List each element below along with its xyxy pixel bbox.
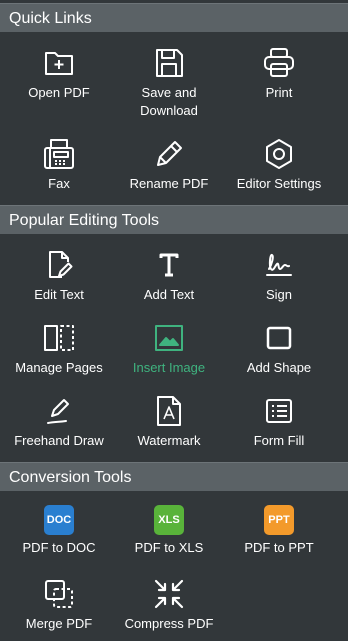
folder-plus-icon	[42, 46, 76, 80]
pen-draw-icon	[42, 394, 76, 428]
printer-icon	[262, 46, 296, 80]
fax-icon	[42, 137, 76, 171]
tools-panel: Quick Links Open PDF Save and Download P…	[0, 0, 348, 641]
freehand-draw-button[interactable]: Freehand Draw	[1, 394, 117, 450]
pencil-icon	[152, 137, 186, 171]
manage-pages-button[interactable]: Manage Pages	[1, 321, 117, 377]
section-header-popular-editing-tools: Popular Editing Tools	[0, 205, 348, 234]
insert-image-label: Insert Image	[132, 360, 206, 375]
merge-icon	[42, 577, 76, 611]
floppy-disk-icon	[152, 46, 186, 80]
editor-settings-label: Editor Settings	[236, 176, 322, 191]
xls-badge-icon: XLS	[154, 505, 184, 535]
add-text-label: Add Text	[143, 287, 195, 302]
rename-pdf-button[interactable]: Rename PDF	[111, 137, 227, 193]
watermark-icon	[152, 394, 186, 428]
edit-text-label: Edit Text	[34, 287, 84, 302]
section-header-quick-links: Quick Links	[0, 3, 348, 32]
watermark-button[interactable]: Watermark	[111, 394, 227, 450]
editor-settings-button[interactable]: Editor Settings	[221, 137, 337, 193]
signature-icon	[262, 248, 296, 282]
image-icon	[152, 321, 186, 355]
text-t-icon	[152, 248, 186, 282]
section-header-conversion-tools: Conversion Tools	[0, 462, 348, 491]
compress-pdf-label: Compress PDF	[124, 616, 214, 631]
fax-button[interactable]: Fax	[1, 137, 117, 193]
manage-pages-label: Manage Pages	[15, 360, 103, 375]
pdf-to-doc-label: PDF to DOC	[22, 540, 96, 555]
edit-text-button[interactable]: Edit Text	[1, 248, 117, 304]
ppt-badge-icon: PPT	[264, 505, 294, 535]
add-shape-button[interactable]: Add Shape	[221, 321, 337, 377]
open-pdf-label: Open PDF	[28, 85, 90, 100]
compress-pdf-button[interactable]: Compress PDF	[111, 577, 227, 633]
pdf-to-doc-button[interactable]: DOC PDF to DOC	[1, 505, 117, 557]
sign-button[interactable]: Sign	[221, 248, 337, 304]
watermark-label: Watermark	[137, 433, 201, 448]
merge-pdf-button[interactable]: Merge PDF	[1, 577, 117, 633]
freehand-draw-label: Freehand Draw	[14, 433, 104, 448]
insert-image-button[interactable]: Insert Image	[111, 321, 227, 377]
form-list-icon	[262, 394, 296, 428]
print-label: Print	[265, 85, 293, 100]
add-text-button[interactable]: Add Text	[111, 248, 227, 304]
form-fill-button[interactable]: Form Fill	[221, 394, 337, 450]
square-shape-icon	[262, 321, 296, 355]
pdf-to-ppt-label: PDF to PPT	[244, 540, 314, 555]
open-pdf-button[interactable]: Open PDF	[1, 46, 117, 102]
pdf-to-ppt-button[interactable]: PPT PDF to PPT	[221, 505, 337, 557]
add-shape-label: Add Shape	[246, 360, 312, 375]
merge-pdf-label: Merge PDF	[25, 616, 93, 631]
doc-badge-icon: DOC	[44, 505, 74, 535]
rename-pdf-label: Rename PDF	[129, 176, 209, 191]
form-fill-label: Form Fill	[253, 433, 305, 448]
pdf-to-xls-button[interactable]: XLS PDF to XLS	[111, 505, 227, 557]
pdf-to-xls-label: PDF to XLS	[134, 540, 204, 555]
sign-label: Sign	[265, 287, 293, 302]
edit-document-icon	[42, 248, 76, 282]
pages-icon	[42, 321, 76, 355]
fax-label: Fax	[48, 176, 70, 191]
save-and-download-button[interactable]: Save and Download	[111, 46, 227, 120]
save-and-download-label: Save and Download	[140, 85, 198, 118]
print-button[interactable]: Print	[221, 46, 337, 102]
hexagon-settings-icon	[262, 137, 296, 171]
compress-arrows-icon	[152, 577, 186, 611]
